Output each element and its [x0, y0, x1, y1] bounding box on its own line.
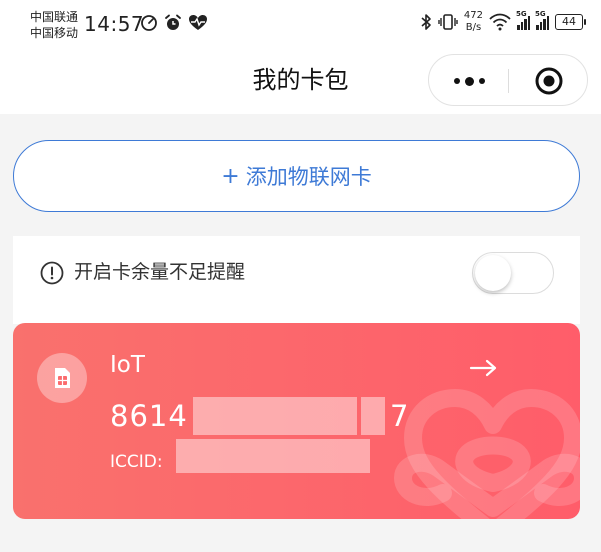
signal-strength-icon: 5G	[516, 10, 530, 30]
sim-card-type: IoT	[110, 352, 145, 378]
more-options-button[interactable]	[429, 55, 509, 107]
iccid-label: ICCID:	[110, 452, 163, 472]
sim-card-icon	[55, 368, 70, 388]
speedometer-icon	[141, 15, 157, 31]
heart-pulse-icon	[189, 15, 207, 30]
mini-program-capsule	[428, 54, 588, 106]
battery-indicator: 44	[555, 14, 586, 30]
net-speed-value: 472	[463, 10, 483, 21]
nav-bar: 我的卡包	[0, 48, 601, 114]
network-type-tag: 5G	[516, 10, 527, 18]
target-close-icon	[535, 67, 563, 95]
status-bar: 中国联通 中国移动 14:57 472 B/s 5G 5G 44	[0, 0, 601, 48]
sim-number-prefix: 8614	[110, 399, 188, 433]
net-speed-unit: B/s	[465, 22, 482, 33]
network-type-tag-2: 5G	[535, 10, 546, 18]
close-mini-program-button[interactable]	[509, 55, 589, 107]
low-balance-reminder-label: 开启卡余量不足提醒	[74, 261, 246, 283]
plus-icon: +	[221, 163, 240, 189]
status-icons-left	[140, 14, 208, 32]
status-icons-right: 472 B/s 5G 5G 44	[420, 10, 586, 34]
sim-card-number-suffix: 7	[390, 397, 409, 435]
toggle-knob	[475, 255, 511, 291]
low-balance-reminder-toggle[interactable]	[472, 252, 554, 294]
signal-strength-icon-2: 5G	[535, 10, 549, 30]
alarm-icon	[165, 14, 181, 30]
vibrate-icon	[438, 14, 458, 30]
sim-iccid: ICCID:	[110, 451, 163, 473]
wifi-icon	[489, 13, 511, 31]
sim-chip-badge	[37, 353, 87, 403]
carrier-logo-watermark-icon	[394, 389, 580, 519]
redacted-number-block	[193, 397, 357, 435]
sim-number-suffix: 7	[390, 399, 410, 433]
info-circle-icon	[40, 261, 64, 285]
carrier-info: 中国联通 中国移动	[30, 9, 78, 41]
status-time: 14:57	[84, 12, 145, 36]
bluetooth-icon	[421, 14, 431, 30]
carrier-name-2: 中国移动	[30, 26, 79, 40]
add-iot-card-button[interactable]: + 添加物联网卡	[13, 140, 580, 212]
low-balance-reminder-row: 开启卡余量不足提醒	[13, 236, 580, 324]
add-iot-card-label: 添加物联网卡	[245, 165, 372, 189]
net-speed: 472 B/s	[464, 10, 483, 34]
redacted-iccid-block	[176, 439, 370, 473]
more-dots-icon	[453, 76, 485, 86]
sim-card[interactable]: IoT 8614 7 ICCID:	[13, 323, 580, 519]
arrow-right-icon[interactable]	[469, 357, 499, 379]
redacted-number-block-2	[361, 397, 385, 435]
sim-card-number: 8614	[110, 397, 188, 435]
carrier-name-1: 中国联通	[30, 10, 79, 24]
